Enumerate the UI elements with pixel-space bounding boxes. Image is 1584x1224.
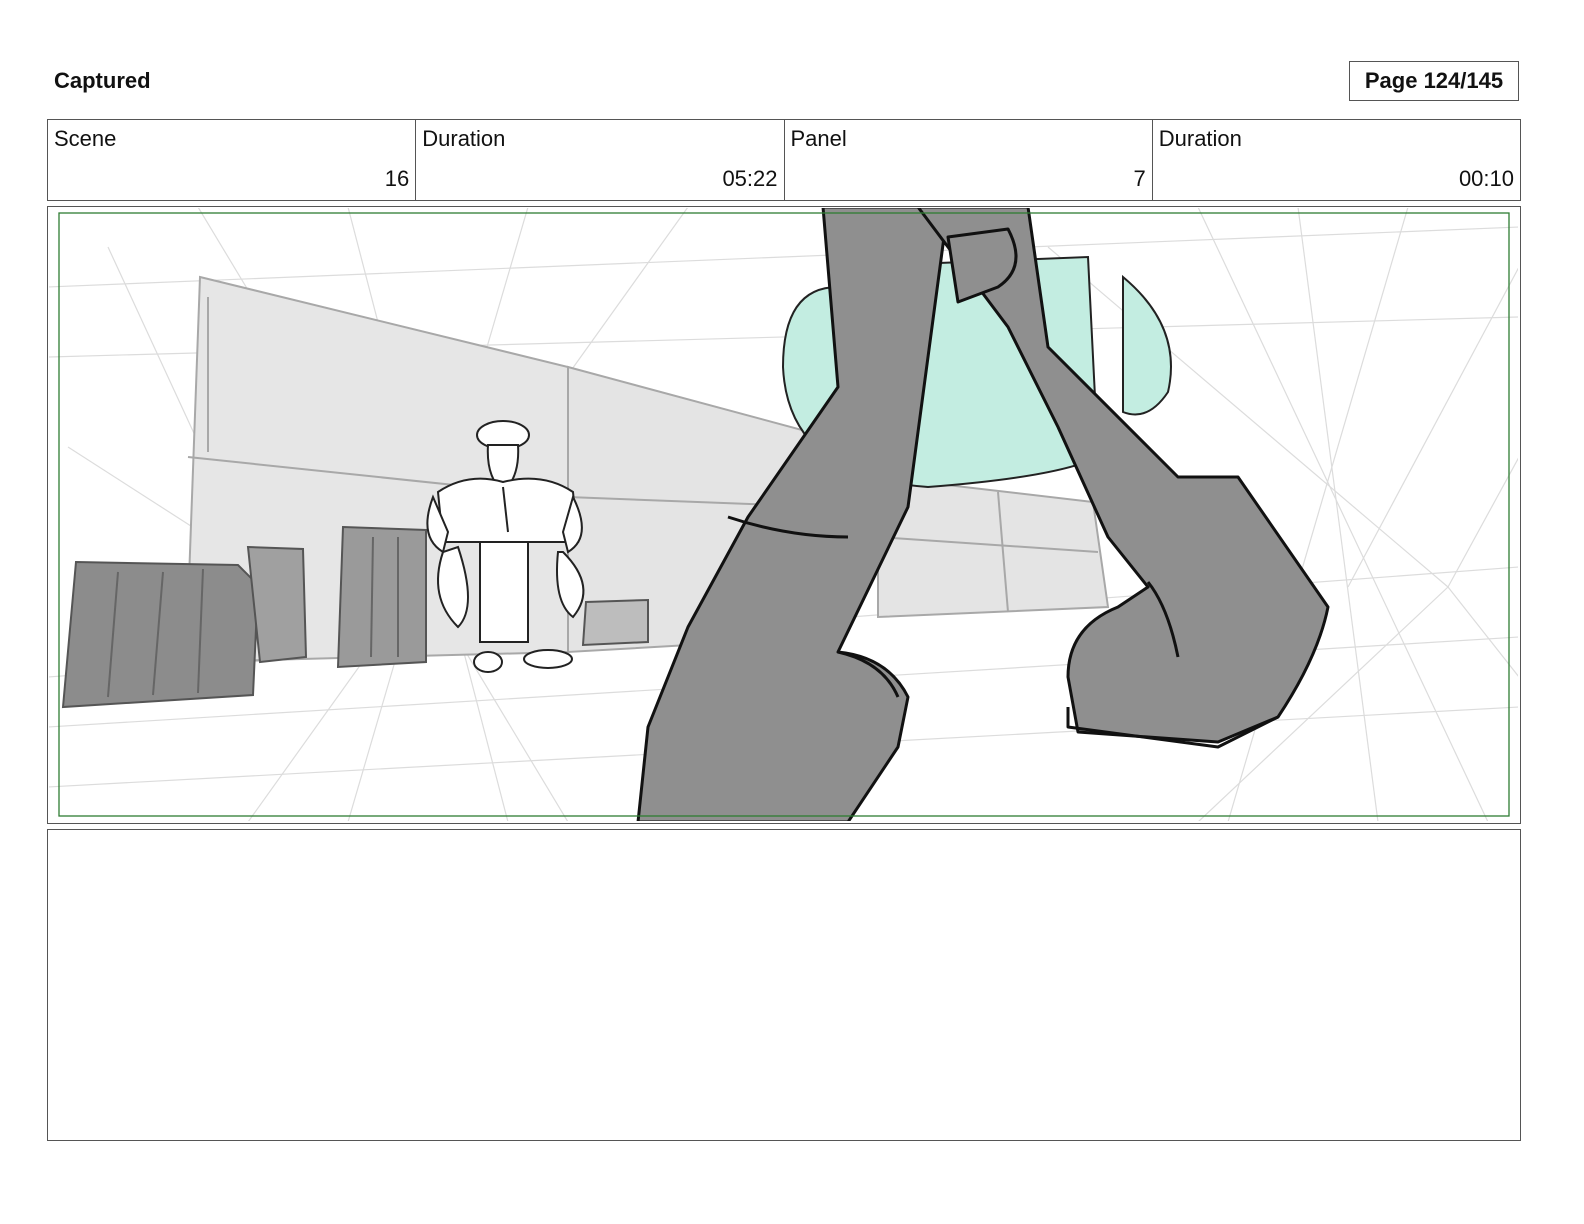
panel-duration-cell: Duration 00:10 — [1153, 120, 1520, 200]
scene-value: 16 — [384, 166, 410, 191]
panel-value: 7 — [1133, 166, 1146, 191]
scene-duration-value: 05:22 — [722, 166, 778, 191]
page-number: Page 124/145 — [1349, 61, 1519, 101]
panel-cell: Panel 7 — [785, 120, 1153, 200]
panel-duration-label: Duration — [1158, 126, 1242, 151]
panel-duration-value: 00:10 — [1458, 166, 1514, 191]
storyboard-drawing — [49, 208, 1518, 821]
panel-notes — [47, 829, 1521, 1141]
panel-label: Panel — [790, 126, 847, 151]
scene-duration-cell: Duration 05:22 — [416, 120, 785, 200]
storyboard-title: Captured — [54, 68, 151, 93]
scene-cell: Scene 16 — [48, 120, 417, 200]
storyboard-panel — [47, 206, 1521, 824]
scene-duration-label: Duration — [422, 126, 506, 151]
scene-label: Scene — [54, 126, 117, 151]
panel-info-row: Scene 16 Duration 05:22 Panel 7 Duration… — [47, 119, 1521, 201]
